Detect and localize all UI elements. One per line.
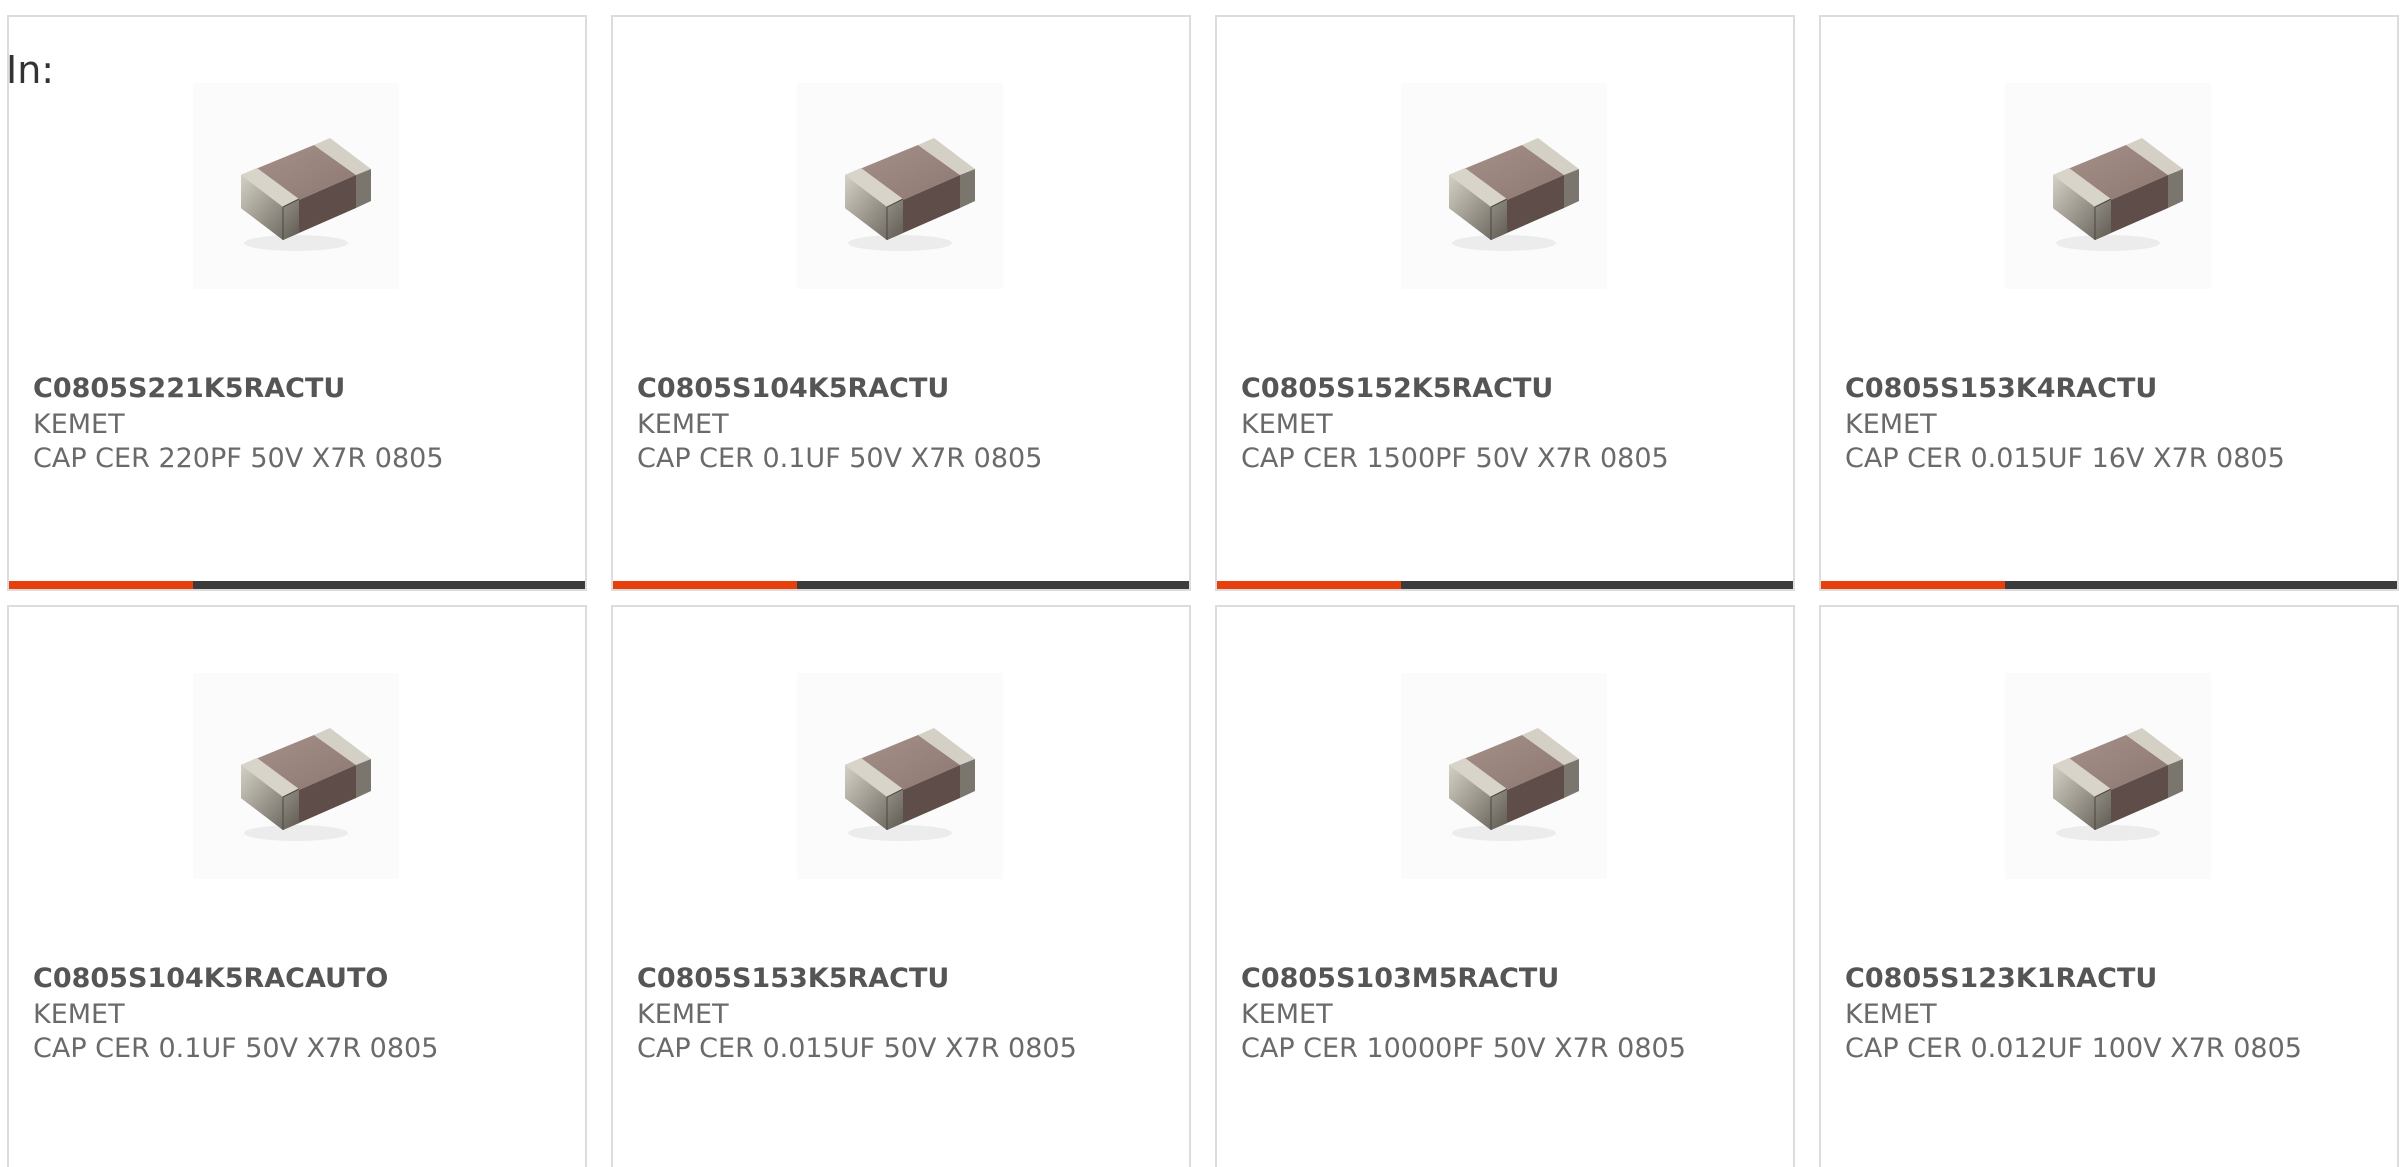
manufacturer-text: KEMET bbox=[1241, 999, 1333, 1030]
product-card[interactable]: C0805S153K5RACTU KEMET CAP CER 0.015UF 5… bbox=[611, 605, 1191, 1167]
progress-bar bbox=[9, 581, 585, 589]
capacitor-0805-icon[interactable] bbox=[193, 83, 399, 289]
capacitor-0805-icon[interactable] bbox=[193, 673, 399, 879]
description-text: CAP CER 0.1UF 50V X7R 0805 bbox=[637, 443, 1043, 474]
product-card[interactable]: C0805S104K5RACAUTO KEMET CAP CER 0.1UF 5… bbox=[7, 605, 587, 1167]
product-grid-page: In: C0805S221K5RACTU KEMET CAP CER 220PF… bbox=[0, 0, 2400, 1167]
manufacturer-text: KEMET bbox=[637, 999, 729, 1030]
part-number-link[interactable]: C0805S103M5RACTU bbox=[1241, 961, 1559, 997]
progress-bar-fill bbox=[1821, 581, 2006, 589]
capacitor-0805-icon[interactable] bbox=[797, 673, 1003, 879]
progress-bar-fill bbox=[9, 581, 194, 589]
part-number-link[interactable]: C0805S123K1RACTU bbox=[1845, 961, 2157, 997]
manufacturer-text: KEMET bbox=[1241, 409, 1333, 440]
description-text: CAP CER 220PF 50V X7R 0805 bbox=[33, 443, 444, 474]
manufacturer-text: KEMET bbox=[1845, 409, 1937, 440]
product-card[interactable]: C0805S123K1RACTU KEMET CAP CER 0.012UF 1… bbox=[1819, 605, 2399, 1167]
capacitor-0805-icon[interactable] bbox=[1401, 83, 1607, 289]
description-text: CAP CER 0.015UF 50V X7R 0805 bbox=[637, 1033, 1077, 1064]
product-card[interactable]: C0805S153K4RACTU KEMET CAP CER 0.015UF 1… bbox=[1819, 15, 2399, 591]
capacitor-0805-icon[interactable] bbox=[2005, 673, 2211, 879]
manufacturer-text: KEMET bbox=[33, 999, 125, 1030]
description-text: CAP CER 0.1UF 50V X7R 0805 bbox=[33, 1033, 439, 1064]
manufacturer-text: KEMET bbox=[1845, 999, 1937, 1030]
part-number-link[interactable]: C0805S152K5RACTU bbox=[1241, 371, 1553, 407]
progress-bar-fill bbox=[1217, 581, 1402, 589]
description-text: CAP CER 10000PF 50V X7R 0805 bbox=[1241, 1033, 1686, 1064]
product-card[interactable]: C0805S104K5RACTU KEMET CAP CER 0.1UF 50V… bbox=[611, 15, 1191, 591]
capacitor-0805-icon[interactable] bbox=[2005, 83, 2211, 289]
description-text: CAP CER 0.015UF 16V X7R 0805 bbox=[1845, 443, 2285, 474]
product-card[interactable]: C0805S221K5RACTU KEMET CAP CER 220PF 50V… bbox=[7, 15, 587, 591]
capacitor-0805-icon[interactable] bbox=[1401, 673, 1607, 879]
manufacturer-text: KEMET bbox=[637, 409, 729, 440]
part-number-link[interactable]: C0805S104K5RACAUTO bbox=[33, 961, 388, 997]
progress-bar bbox=[1217, 581, 1793, 589]
description-text: CAP CER 1500PF 50V X7R 0805 bbox=[1241, 443, 1669, 474]
filter-label: In: bbox=[6, 48, 55, 92]
part-number-link[interactable]: C0805S153K4RACTU bbox=[1845, 371, 2157, 407]
manufacturer-text: KEMET bbox=[33, 409, 125, 440]
product-card[interactable]: C0805S103M5RACTU KEMET CAP CER 10000PF 5… bbox=[1215, 605, 1795, 1167]
part-number-link[interactable]: C0805S221K5RACTU bbox=[33, 371, 345, 407]
capacitor-0805-icon[interactable] bbox=[797, 83, 1003, 289]
part-number-link[interactable]: C0805S104K5RACTU bbox=[637, 371, 949, 407]
progress-bar bbox=[613, 581, 1189, 589]
description-text: CAP CER 0.012UF 100V X7R 0805 bbox=[1845, 1033, 2302, 1064]
progress-bar bbox=[1821, 581, 2397, 589]
product-card[interactable]: C0805S152K5RACTU KEMET CAP CER 1500PF 50… bbox=[1215, 15, 1795, 591]
progress-bar-fill bbox=[613, 581, 798, 589]
part-number-link[interactable]: C0805S153K5RACTU bbox=[637, 961, 949, 997]
